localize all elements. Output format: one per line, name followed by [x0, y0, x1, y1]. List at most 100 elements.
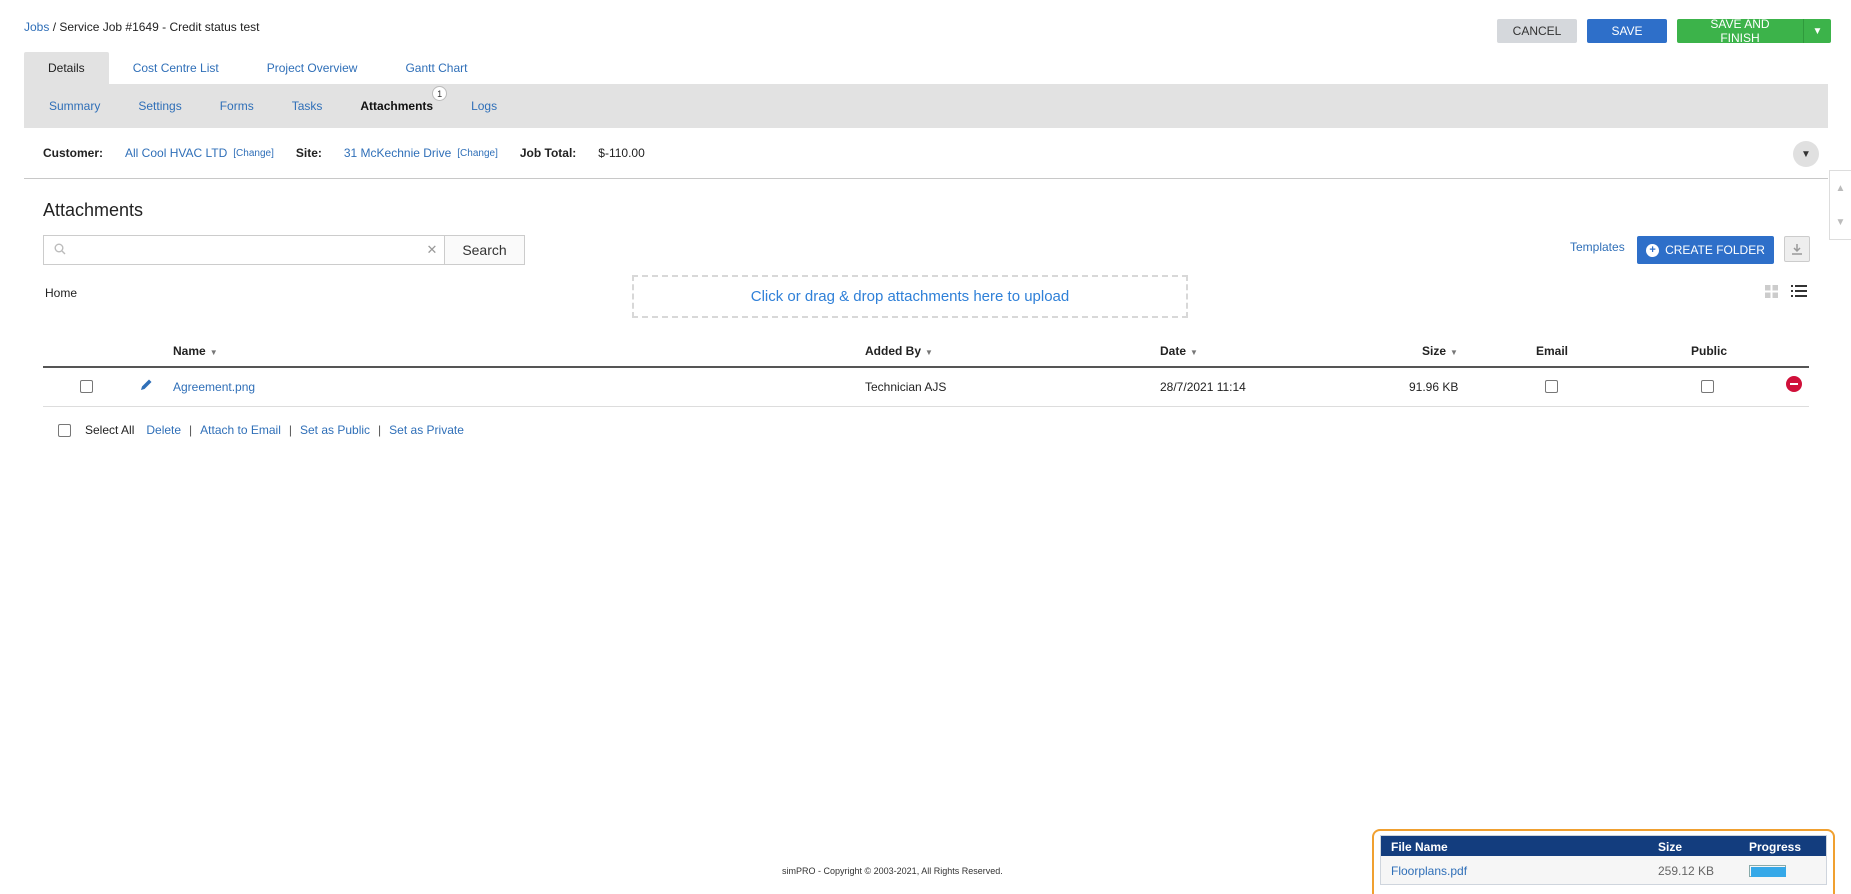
download-icon [1792, 244, 1802, 255]
main-tabs: Details Cost Centre List Project Overvie… [24, 52, 491, 84]
top-actions: CANCEL SAVE SAVE AND FINISH ▼ [1497, 17, 1831, 45]
create-folder-button[interactable]: + CREATE FOLDER [1637, 236, 1774, 264]
upload-dropzone[interactable]: Click or drag & drop attachments here to… [632, 275, 1188, 318]
search-icon [54, 243, 66, 258]
customer-change: [Change] [233, 147, 274, 159]
cancel-button[interactable]: CANCEL [1497, 19, 1577, 43]
size-cell: 91.96 KB [1409, 380, 1459, 394]
column-name-label: Name [173, 344, 206, 358]
upload-table: File Name Size Progress Floorplans.pdf 2… [1380, 835, 1827, 885]
row-select-checkbox[interactable] [80, 380, 93, 393]
page-title: Service Job #1649 - Credit status test [59, 20, 260, 34]
table-row: Agreement.png Technician AJS 28/7/2021 1… [43, 368, 1809, 407]
date-cell: 28/7/2021 11:14 [1160, 380, 1246, 394]
clear-search-icon[interactable]: ✕ [419, 242, 445, 258]
breadcrumb-jobs-link[interactable]: Jobs [24, 20, 49, 34]
email-checkbox[interactable] [1545, 380, 1558, 393]
upload-progress-panel: File Name Size Progress Floorplans.pdf 2… [1372, 829, 1835, 894]
separator: | [288, 423, 292, 437]
bulk-actions: Select All Delete | Attach to Email | Se… [58, 423, 464, 437]
download-button[interactable] [1784, 236, 1810, 262]
site-link[interactable]: 31 McKechnie Drive [344, 146, 451, 160]
save-options-dropdown-button[interactable]: ▼ [1803, 19, 1831, 43]
sort-arrow-icon: ▼ [1450, 348, 1458, 357]
subtab-forms[interactable]: Forms [220, 99, 254, 113]
upload-row: Floorplans.pdf 259.12 KB [1381, 856, 1826, 884]
expand-info-button[interactable]: ▼ [1793, 141, 1819, 167]
customer-change-link[interactable]: Change [236, 148, 271, 159]
divider [24, 178, 1828, 179]
job-total-label: Job Total: [519, 146, 577, 160]
column-size-label: Size [1422, 344, 1447, 358]
upload-progress-bar [1749, 865, 1786, 877]
sub-tabs: Summary Settings Forms Tasks Attachments… [24, 84, 1828, 128]
save-and-finish-button[interactable]: SAVE AND FINISH [1677, 17, 1803, 45]
upload-table-header: File Name Size Progress [1381, 836, 1826, 856]
separator: | [378, 423, 382, 437]
job-info-bar: Customer: All Cool HVAC LTD [Change] Sit… [43, 146, 645, 160]
list-view-icon[interactable] [1791, 284, 1807, 301]
scroll-up-icon[interactable]: ▲ [1836, 183, 1846, 194]
caret-down-icon: ▼ [1801, 148, 1811, 160]
column-name[interactable]: Name ▼ [173, 344, 218, 358]
search-button[interactable]: Search [444, 235, 525, 265]
column-public: Public [1691, 344, 1728, 358]
section-title: Attachments [43, 200, 144, 220]
sort-arrow-icon: ▼ [925, 348, 933, 357]
site-label: Site: [295, 146, 322, 160]
set-as-private-link[interactable]: Set as Private [389, 423, 464, 437]
attachments-table-header: Name ▼ Added By ▼ Date ▼ Size ▼ Email Public [43, 332, 1809, 368]
breadcrumb: Jobs / Service Job #1649 - Credit status… [24, 20, 259, 34]
customer-label: Customer: [43, 146, 104, 160]
folder-breadcrumb-home[interactable]: Home [45, 286, 77, 300]
templates-link[interactable]: Templates [1570, 240, 1625, 254]
column-added-by-label: Added By [865, 344, 922, 358]
sort-arrow-icon: ▼ [209, 348, 218, 357]
set-as-public-link[interactable]: Set as Public [300, 423, 370, 437]
subtab-summary[interactable]: Summary [49, 99, 100, 113]
save-finish-split-button: SAVE AND FINISH ▼ [1677, 17, 1831, 45]
tab-details[interactable]: Details [24, 52, 109, 84]
site-change: [Change] [457, 147, 498, 159]
select-all-checkbox[interactable] [58, 423, 71, 437]
subtab-attachments-label: Attachments [360, 99, 434, 113]
upload-col-file-name: File Name [1391, 840, 1448, 854]
sort-arrow-icon: ▼ [1190, 348, 1198, 357]
grid-view-icon[interactable] [1765, 285, 1778, 301]
page-scroll-widget: ▲ ▼ [1829, 170, 1851, 240]
job-total-value: $-110.00 [598, 146, 645, 160]
tab-cost-centre-list[interactable]: Cost Centre List [109, 52, 243, 84]
subtab-attachments[interactable]: Attachments 1 [360, 86, 448, 113]
upload-progress-fill [1751, 867, 1786, 877]
remove-icon[interactable] [1786, 376, 1802, 392]
public-checkbox[interactable] [1701, 380, 1714, 393]
column-date[interactable]: Date ▼ [1160, 344, 1198, 358]
column-added-by[interactable]: Added By ▼ [865, 344, 933, 358]
column-size[interactable]: Size ▼ [1422, 344, 1458, 358]
edit-pencil-icon[interactable] [139, 378, 153, 395]
delete-link[interactable]: Delete [146, 423, 181, 437]
caret-down-icon: ▼ [1812, 25, 1823, 37]
select-all-label: Select All [85, 423, 135, 437]
attachment-name-link[interactable]: Agreement.png [173, 380, 255, 394]
upload-file-link[interactable]: Floorplans.pdf [1391, 864, 1467, 878]
upload-size: 259.12 KB [1658, 864, 1715, 878]
added-by-cell: Technician AJS [865, 380, 947, 394]
tab-project-overview[interactable]: Project Overview [243, 52, 382, 84]
customer-link[interactable]: All Cool HVAC LTD [125, 146, 227, 160]
scroll-down-icon[interactable]: ▼ [1836, 217, 1846, 228]
subtab-tasks[interactable]: Tasks [292, 99, 323, 113]
save-button[interactable]: SAVE [1587, 19, 1667, 43]
tab-gantt-chart[interactable]: Gantt Chart [381, 52, 491, 84]
column-email: Email [1536, 344, 1569, 358]
create-folder-label: CREATE FOLDER [1665, 243, 1765, 257]
search-input[interactable] [66, 237, 419, 263]
upload-col-size: Size [1658, 840, 1683, 854]
subtab-logs[interactable]: Logs [471, 99, 497, 113]
subtab-settings[interactable]: Settings [138, 99, 181, 113]
site-change-link[interactable]: Change [460, 148, 495, 159]
breadcrumb-separator: / [49, 20, 60, 34]
upload-col-progress: Progress [1749, 840, 1802, 854]
search-box: ✕ [43, 235, 445, 265]
attach-to-email-link[interactable]: Attach to Email [200, 423, 281, 437]
